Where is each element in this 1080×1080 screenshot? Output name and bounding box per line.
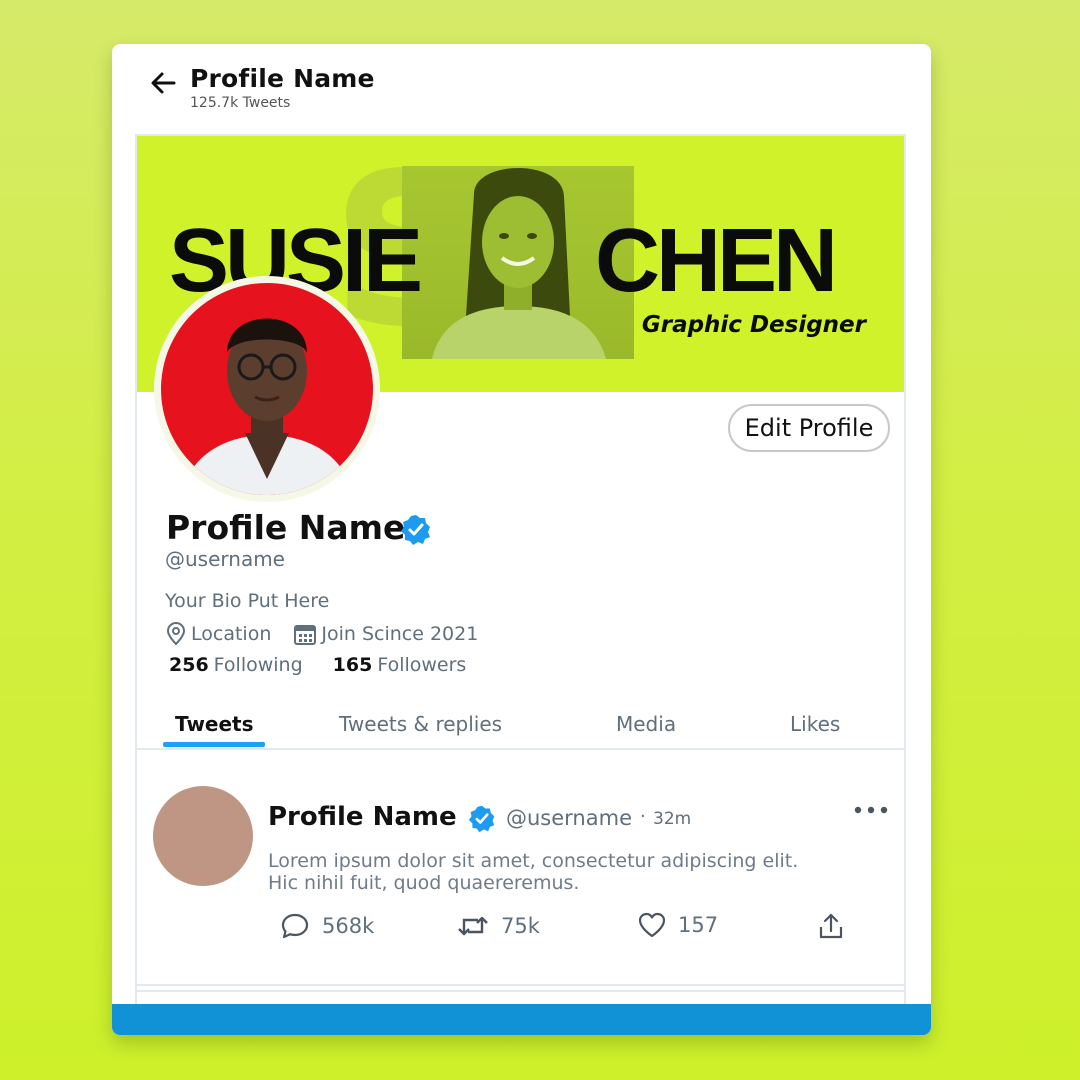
active-tab-indicator [163, 742, 265, 747]
profile-panel: SC SUSIE CHEN Graphic Designer [135, 134, 906, 1010]
banner-last-name: CHEN [595, 211, 838, 311]
tweet-author-name[interactable]: Profile Name [268, 802, 457, 832]
profile-meta: Location Join Scince 2021 [165, 620, 478, 648]
banner-role: Graphic Designer [641, 312, 866, 338]
reply-icon [281, 913, 309, 939]
following-count: 256 [169, 654, 209, 676]
arrow-left-icon[interactable] [148, 68, 178, 98]
tweet-item[interactable]: Profile Name @username · 32m Lorem ipsum… [137, 750, 904, 986]
reply-count: 568k [322, 914, 375, 938]
share-icon [819, 913, 843, 939]
tweet-avatar[interactable] [153, 786, 253, 886]
tab-likes[interactable]: Likes [790, 712, 840, 736]
followers-count: 165 [332, 654, 373, 676]
verified-badge-icon [468, 805, 495, 833]
following-label: Following [213, 654, 303, 676]
avatar-photo [161, 283, 373, 495]
followers-label: Followers [377, 654, 467, 676]
profile-tabs: Tweets Tweets & replies Media Likes [137, 704, 904, 750]
tweet-text: Lorem ipsum dolor sit amet, consectetur … [268, 850, 868, 894]
retweet-button[interactable]: 75k [457, 912, 540, 940]
tweet-text-line-1: Lorem ipsum dolor sit amet, consectetur … [268, 850, 799, 872]
tweet-handle[interactable]: @username [506, 806, 632, 830]
retweet-icon [458, 916, 488, 936]
share-button[interactable] [818, 912, 856, 940]
next-tweet-divider [137, 990, 904, 992]
profile-name: Profile Name [166, 508, 406, 547]
header-title: Profile Name [190, 64, 375, 93]
calendar-icon [294, 625, 317, 645]
like-button[interactable]: 157 [638, 912, 718, 938]
following-link[interactable]: 256 Following [169, 654, 303, 676]
more-dots-icon[interactable] [852, 802, 890, 818]
profile-card: Profile Name 125.7k Tweets SC SUSIE CHEN… [112, 44, 931, 1035]
like-count: 157 [678, 913, 719, 937]
profile-bio: Your Bio Put Here [165, 590, 330, 612]
edit-profile-button[interactable]: Edit Profile [728, 404, 890, 452]
tweet-text-line-2: Hic nihil fuit, quod quaereremus. [268, 872, 580, 894]
like-icon [638, 912, 666, 938]
tab-tweets[interactable]: Tweets [175, 712, 254, 736]
joined-text: Join Scince 2021 [321, 623, 479, 645]
tab-media[interactable]: Media [616, 712, 676, 736]
verified-badge-icon [401, 515, 430, 545]
tweet-separator: · [640, 806, 646, 827]
followers-link[interactable]: 165 Followers [333, 654, 467, 676]
reply-button[interactable]: 568k [280, 912, 374, 940]
tweet-count: 125.7k Tweets [190, 95, 291, 111]
top-bar: Profile Name 125.7k Tweets [112, 44, 931, 134]
avatar[interactable] [154, 276, 380, 502]
tab-tweets-replies[interactable]: Tweets & replies [339, 712, 502, 736]
follow-stats: 256 Following 165 Followers [169, 654, 466, 676]
location-pin-icon [166, 622, 186, 646]
profile-handle: @username [165, 547, 285, 571]
tweet-timestamp[interactable]: 32m [653, 809, 691, 829]
location-text: Location [191, 623, 272, 645]
retweet-count: 75k [501, 914, 540, 938]
bottom-accent-bar [112, 1004, 931, 1035]
